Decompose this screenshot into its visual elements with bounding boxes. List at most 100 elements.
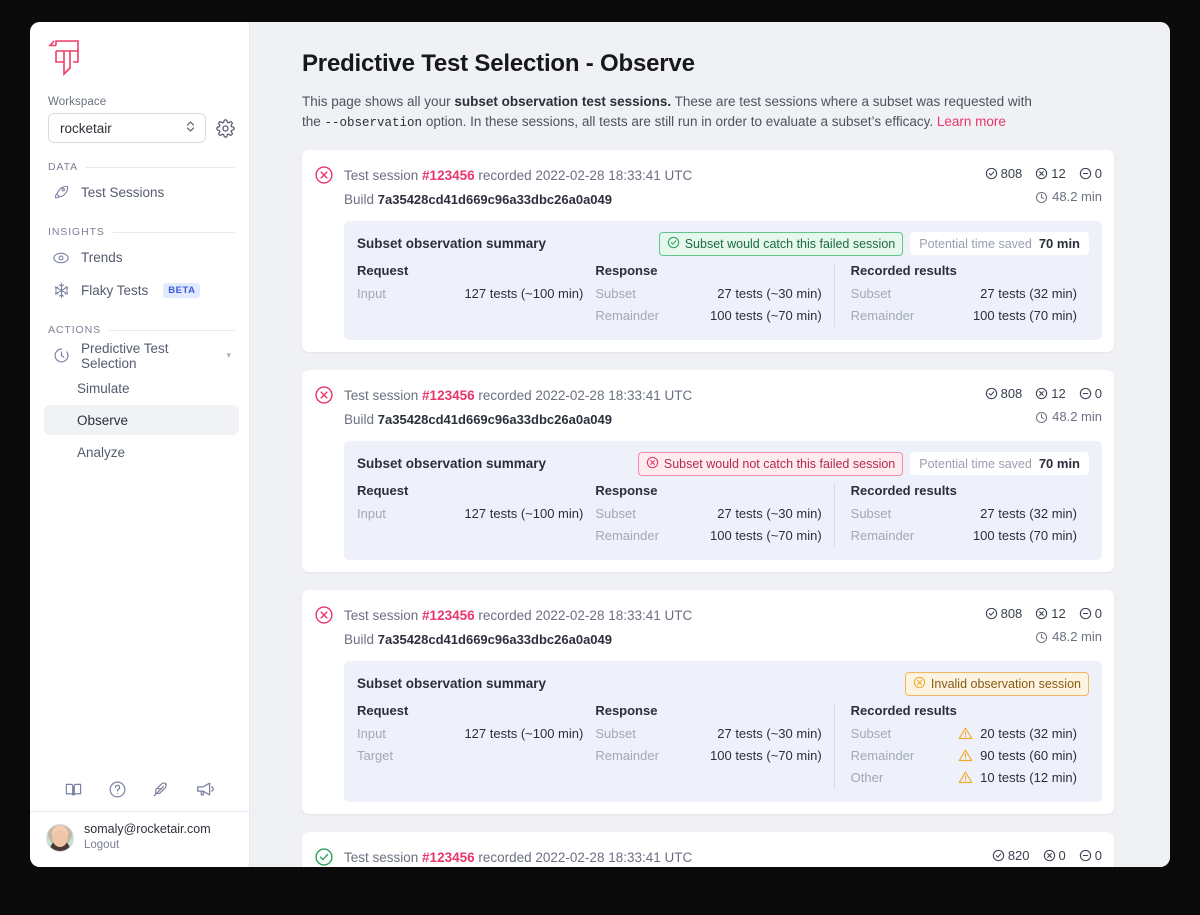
session-duration: 48.2 min [1035,187,1102,207]
sidebar-subitem-simulate[interactable]: Simulate [44,373,239,403]
session-card[interactable]: Test session #123456 recorded 2022-02-28… [302,832,1114,867]
sidebar-item-label: Test Sessions [81,185,164,200]
feather-icon[interactable] [151,780,170,799]
desc-code: --observation [325,116,423,130]
help-circle-icon[interactable] [108,780,127,799]
passed-count: 808 [985,164,1023,184]
session-id-link[interactable]: #123456 [422,388,475,403]
sidebar-item-trends[interactable]: Trends [44,242,239,273]
page-description: This page shows all your subset observat… [302,92,1047,132]
request-key: Input [357,723,386,745]
sidebar-subitem-label: Observe [77,413,128,428]
session-counts: 808 12 0 [985,604,1102,624]
check-circle-icon [667,236,680,252]
column-title: Request [357,483,583,498]
snowflake-icon [52,282,70,300]
summary-header: Subset observation summary Invalid obser… [357,672,1089,696]
section-label: ACTIONS [48,324,101,336]
summary-column-recorded-results: Recorded results Subset 27 tests (32 min… [834,483,1089,547]
build-hash[interactable]: 7a35428cd41d669c96a33dbc26a0a049 [378,412,612,427]
user-info: somaly@rocketair.com Logout [84,822,211,853]
session-card[interactable]: Test session #123456 recorded 2022-02-28… [302,590,1114,814]
workspace-value: rocketair [60,121,112,136]
launchable-logo[interactable] [30,22,249,78]
summary-column-response: Response Subset 27 tests (~30 min) Remai… [595,703,833,789]
response-value: 100 tests (~70 min) [710,525,822,547]
status-badge-label: Invalid observation session [931,677,1081,691]
response-row: Subset 27 tests (~30 min) [595,283,821,305]
recorded-value: 90 tests (60 min) [958,745,1077,767]
response-row: Remainder 100 tests (~70 min) [595,745,821,767]
session-failed-icon [314,384,334,560]
page-title: Predictive Test Selection - Observe [302,50,1114,78]
summary-column-request: Request Input 127 tests (~100 min) [357,483,595,547]
column-title: Recorded results [851,703,1077,718]
gear-icon[interactable] [216,119,235,138]
recorded-key: Remainder [851,745,915,767]
skipped-count: 0 [1079,604,1102,624]
section-header-actions: ACTIONS [48,324,235,336]
session-build-line: Build 7a35428cd41d669c96a33dbc26a0a049 4… [344,407,1102,430]
chevron-down-icon[interactable]: ▾ [226,350,231,361]
response-key: Remainder [595,745,659,767]
build-label: Build 7a35428cd41d669c96a33dbc26a0a049 [344,410,612,431]
response-key: Remainder [595,305,659,327]
avatar [46,824,74,852]
rocket-icon [52,184,70,202]
logout-link[interactable]: Logout [84,838,211,853]
workspace-row: rocketair [30,113,249,143]
skipped-count: 0 [1079,384,1102,404]
response-row: Subset 27 tests (~30 min) [595,503,821,525]
build-hash[interactable]: 7a35428cd41d669c96a33dbc26a0a049 [378,632,612,647]
column-title: Recorded results [851,483,1077,498]
app-window: Workspace rocketair DATA [30,22,1170,867]
session-card[interactable]: Test session #123456 recorded 2022-02-28… [302,150,1114,352]
megaphone-icon[interactable] [195,779,215,799]
column-title: Request [357,703,583,718]
recorded-key: Other [851,767,884,789]
request-key: Target [357,745,393,767]
session-counts: 808 12 0 [985,164,1102,184]
column-title: Response [595,483,821,498]
status-badge-label: Subset would not catch this failed sessi… [664,457,895,471]
session-header-line: Test session #123456 recorded 2022-02-28… [344,164,1102,187]
failed-count: 12 [1035,604,1065,624]
sidebar-item-test-sessions[interactable]: Test Sessions [44,177,239,208]
session-id-link[interactable]: #123456 [422,168,475,183]
potential-time-saved: Potential time saved 70 min [910,232,1089,255]
main-content: Predictive Test Selection - Observe This… [250,22,1170,867]
request-row: Input 127 tests (~100 min) [357,283,583,305]
session-id-link[interactable]: #123456 [422,850,475,865]
recorded-row: Subset 27 tests (32 min) [851,283,1077,305]
user-row[interactable]: somaly@rocketair.com Logout [30,812,249,867]
column-title: Response [595,703,821,718]
session-card-body: Test session #123456 recorded 2022-02-28… [344,846,1102,867]
summary-header: Subset observation summary Subset would … [357,452,1089,476]
learn-more-link[interactable]: Learn more [937,114,1006,129]
failed-count: 0 [1043,846,1066,866]
summary-column-response: Response Subset 27 tests (~30 min) Remai… [595,263,833,327]
workspace-select[interactable]: rocketair [48,113,206,143]
request-key: Input [357,503,386,525]
recorded-key: Subset [851,283,891,305]
book-icon[interactable] [64,780,83,799]
response-value: 27 tests (~30 min) [717,723,821,745]
build-hash[interactable]: 7a35428cd41d669c96a33dbc26a0a049 [378,192,612,207]
warning-triangle-icon [958,770,973,785]
request-value: 127 tests (~100 min) [464,283,583,305]
summary-columns: Request Input 127 tests (~100 min) Respo… [357,263,1089,327]
recorded-key: Remainder [851,305,915,327]
session-card[interactable]: Test session #123456 recorded 2022-02-28… [302,370,1114,572]
sidebar-subitem-analyze[interactable]: Analyze [44,437,239,467]
session-id-link[interactable]: #123456 [422,608,475,623]
status-badge: Subset would catch this failed session [659,232,904,256]
sidebar-item-predictive-test-selection[interactable]: Predictive Test Selection ▾ [44,340,239,371]
recorded-row: Remainder 100 tests (70 min) [851,525,1077,547]
x-circle-icon [913,676,926,692]
sidebar-item-flaky-tests[interactable]: Flaky Tests BETA [44,275,239,306]
warning-triangle-icon [958,726,973,741]
request-row: Input 127 tests (~100 min) [357,723,583,745]
request-value: 127 tests (~100 min) [464,503,583,525]
sidebar-subitem-observe[interactable]: Observe [44,405,239,435]
session-title: Test session #123456 recorded 2022-02-28… [344,606,692,627]
